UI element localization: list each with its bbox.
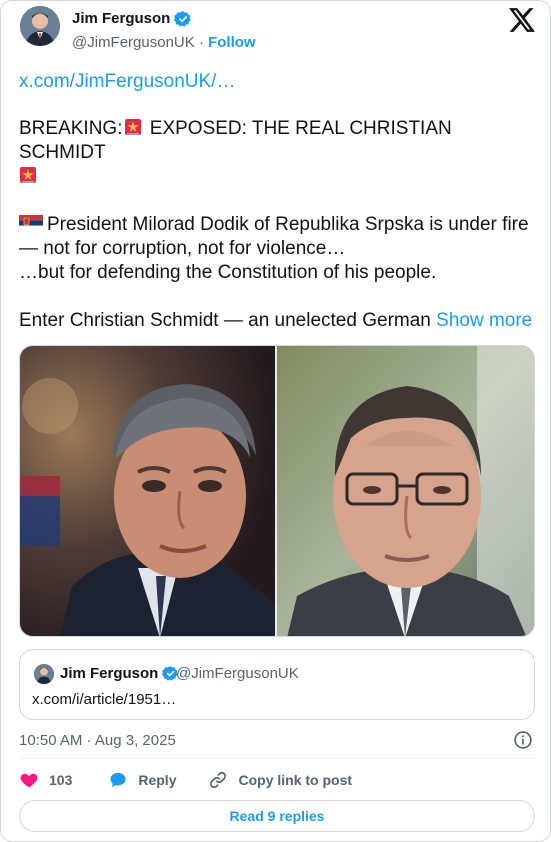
siren-icon [19, 166, 37, 184]
read-replies-button[interactable]: Read 9 replies [19, 800, 535, 832]
quoted-post[interactable]: Jim Ferguson @JimFergusonUK x.com/i/arti… [19, 649, 535, 720]
x-logo-icon[interactable] [509, 8, 535, 32]
siren-icon [124, 118, 142, 136]
reply-bubble-icon [110, 772, 126, 788]
author-handle[interactable]: @JimFergusonUK [72, 34, 195, 51]
post-line-1: President Milorad Dodik of Republika Srp… [19, 214, 529, 259]
post-body: BREAKING: EXPOSED: THE REAL CHRISTIAN SC… [19, 117, 534, 333]
author-avatar[interactable] [20, 6, 60, 46]
author-name[interactable]: Jim Ferguson [72, 10, 192, 28]
like-count: 103 [49, 772, 73, 788]
post-link[interactable]: x.com/JimFergusonUK/… [19, 70, 235, 94]
post-line-2: …but for defending the Constitution of h… [19, 262, 437, 283]
divider [19, 758, 535, 759]
info-icon[interactable] [513, 730, 533, 750]
quoted-author-avatar [34, 664, 54, 684]
breaking-prefix: BREAKING: [19, 118, 123, 139]
media-grid [19, 345, 535, 637]
action-bar: 103 Reply Copy link to post [19, 769, 352, 791]
photo-right[interactable] [277, 346, 534, 636]
post-card: Jim Ferguson @JimFergusonUK · Follow x.c… [0, 0, 551, 842]
post-timestamp[interactable]: 10:50 AM · Aug 3, 2025 [19, 732, 176, 749]
post-line-3: Enter Christian Schmidt — an unelected G… [19, 310, 431, 331]
reply-button[interactable]: Reply [108, 770, 176, 790]
copy-link-button[interactable]: Copy link to post [208, 770, 352, 790]
serbia-flag-icon [19, 214, 43, 231]
heart-icon [20, 773, 38, 788]
show-more-link[interactable]: Show more [436, 310, 532, 331]
verified-badge-icon [174, 11, 192, 27]
quoted-author-name: Jim Ferguson [60, 665, 179, 682]
separator: · [198, 34, 204, 51]
author-handle-row: @JimFergusonUK · Follow [72, 34, 256, 52]
copy-link-label: Copy link to post [238, 772, 353, 788]
link-icon [210, 771, 227, 789]
reply-label: Reply [138, 772, 177, 788]
like-button[interactable]: 103 [19, 770, 72, 790]
follow-button[interactable]: Follow [208, 34, 256, 51]
quoted-author-handle: @JimFergusonUK [176, 665, 299, 682]
quoted-article-link[interactable]: x.com/i/article/1951… [32, 691, 176, 708]
photo-left[interactable] [20, 346, 275, 636]
